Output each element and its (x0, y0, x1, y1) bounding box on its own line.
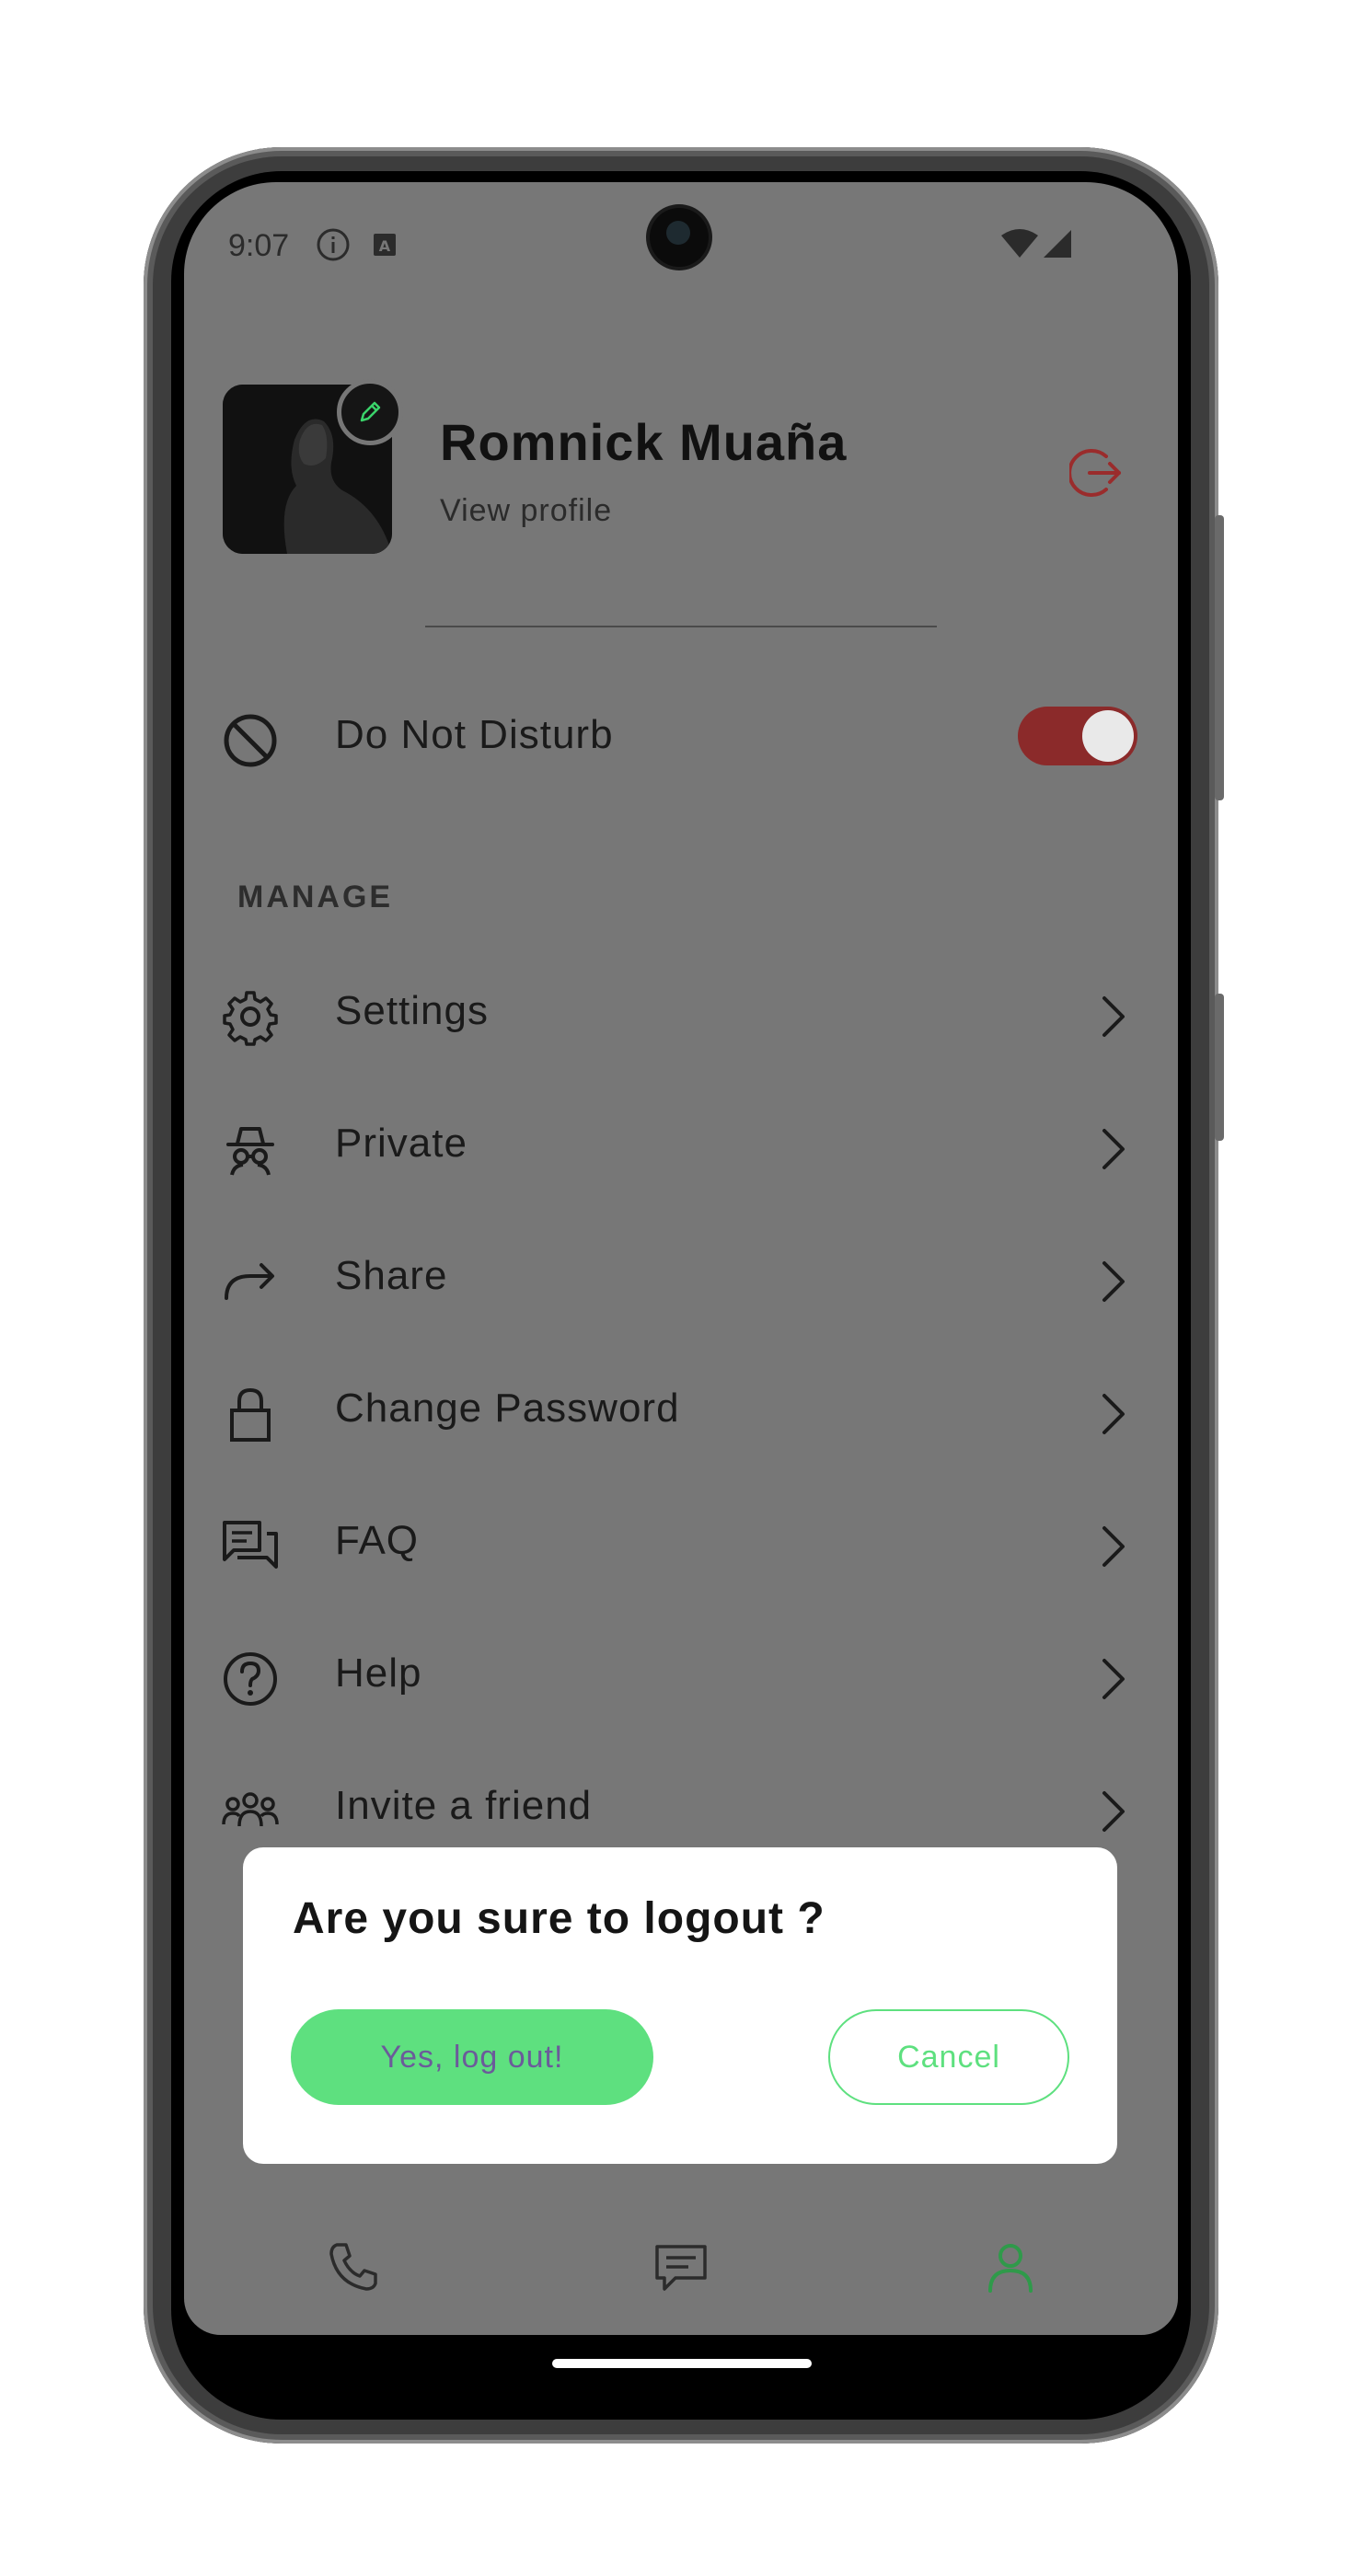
profile-divider (425, 626, 937, 627)
volume-button (1215, 994, 1224, 1141)
help-circle-icon (224, 1652, 277, 1706)
view-profile-link[interactable]: View profile (440, 493, 612, 529)
menu-item-label: Change Password (335, 1386, 680, 1431)
svg-text:A: A (379, 237, 391, 255)
chevron-right-icon (1102, 1129, 1125, 1169)
chevron-right-icon (1102, 996, 1125, 1037)
menu-item-label: Settings (335, 988, 489, 1033)
menu-item-label: Share (335, 1253, 448, 1298)
bottom-nav (184, 2215, 1178, 2326)
chevron-right-icon (1102, 1659, 1125, 1699)
signal-icon (1044, 230, 1071, 258)
toggle-knob (1082, 710, 1134, 762)
home-gesture-bar[interactable] (552, 2359, 812, 2368)
menu-item-invite-friend[interactable]: Invite a friend (184, 1757, 1178, 1858)
power-button (1215, 515, 1224, 800)
menu-item-settings[interactable]: Settings (184, 962, 1178, 1064)
info-icon (317, 228, 350, 261)
menu-item-help[interactable]: Help (184, 1625, 1178, 1726)
chevron-right-icon (1102, 1791, 1125, 1832)
user-name: Romnick Muaña (440, 413, 848, 471)
menu-item-label: FAQ (335, 1518, 420, 1563)
person-icon[interactable] (981, 2237, 1040, 2296)
logout-dialog: Are you sure to logout ? Yes, log out! C… (243, 1847, 1117, 2164)
cancel-button[interactable]: Cancel (828, 2009, 1069, 2105)
block-icon (224, 714, 277, 767)
confirm-logout-button[interactable]: Yes, log out! (291, 2009, 653, 2105)
status-bar: 9:07 A (184, 182, 1178, 311)
gear-icon (223, 991, 278, 1046)
phone-icon[interactable] (324, 2237, 383, 2296)
screen: 9:07 A Romnick Muaña View profile Do Not… (184, 182, 1178, 2335)
pencil-icon (360, 401, 381, 422)
chat-bubbles-icon (223, 1521, 278, 1569)
do-not-disturb-toggle[interactable] (1018, 707, 1137, 765)
section-title-manage: MANAGE (237, 880, 394, 914)
logout-icon[interactable] (1069, 445, 1125, 500)
chevron-right-icon (1102, 1394, 1125, 1434)
share-icon (225, 1263, 274, 1300)
lock-icon (230, 1387, 271, 1442)
status-time: 9:07 (228, 228, 290, 263)
profile-header: Romnick Muaña View profile (184, 379, 1178, 559)
people-icon (222, 1792, 279, 1827)
front-camera (650, 208, 709, 267)
chevron-right-icon (1102, 1261, 1125, 1302)
menu-item-share[interactable]: Share (184, 1227, 1178, 1328)
wifi-icon (1001, 229, 1038, 258)
menu-item-label: Help (335, 1650, 422, 1696)
do-not-disturb-label: Do Not Disturb (335, 712, 614, 757)
keyboard-a-icon: A (374, 234, 396, 256)
chevron-right-icon (1102, 1526, 1125, 1567)
message-icon[interactable] (652, 2237, 710, 2296)
menu-item-label: Private (335, 1121, 467, 1166)
menu-item-label: Invite a friend (335, 1783, 593, 1828)
dialog-title: Are you sure to logout ? (293, 1894, 825, 1943)
menu-item-private[interactable]: Private (184, 1095, 1178, 1196)
edit-avatar-button[interactable] (337, 379, 403, 445)
incognito-icon (226, 1127, 274, 1176)
menu-item-change-password[interactable]: Change Password (184, 1360, 1178, 1461)
menu-item-faq[interactable]: FAQ (184, 1492, 1178, 1593)
